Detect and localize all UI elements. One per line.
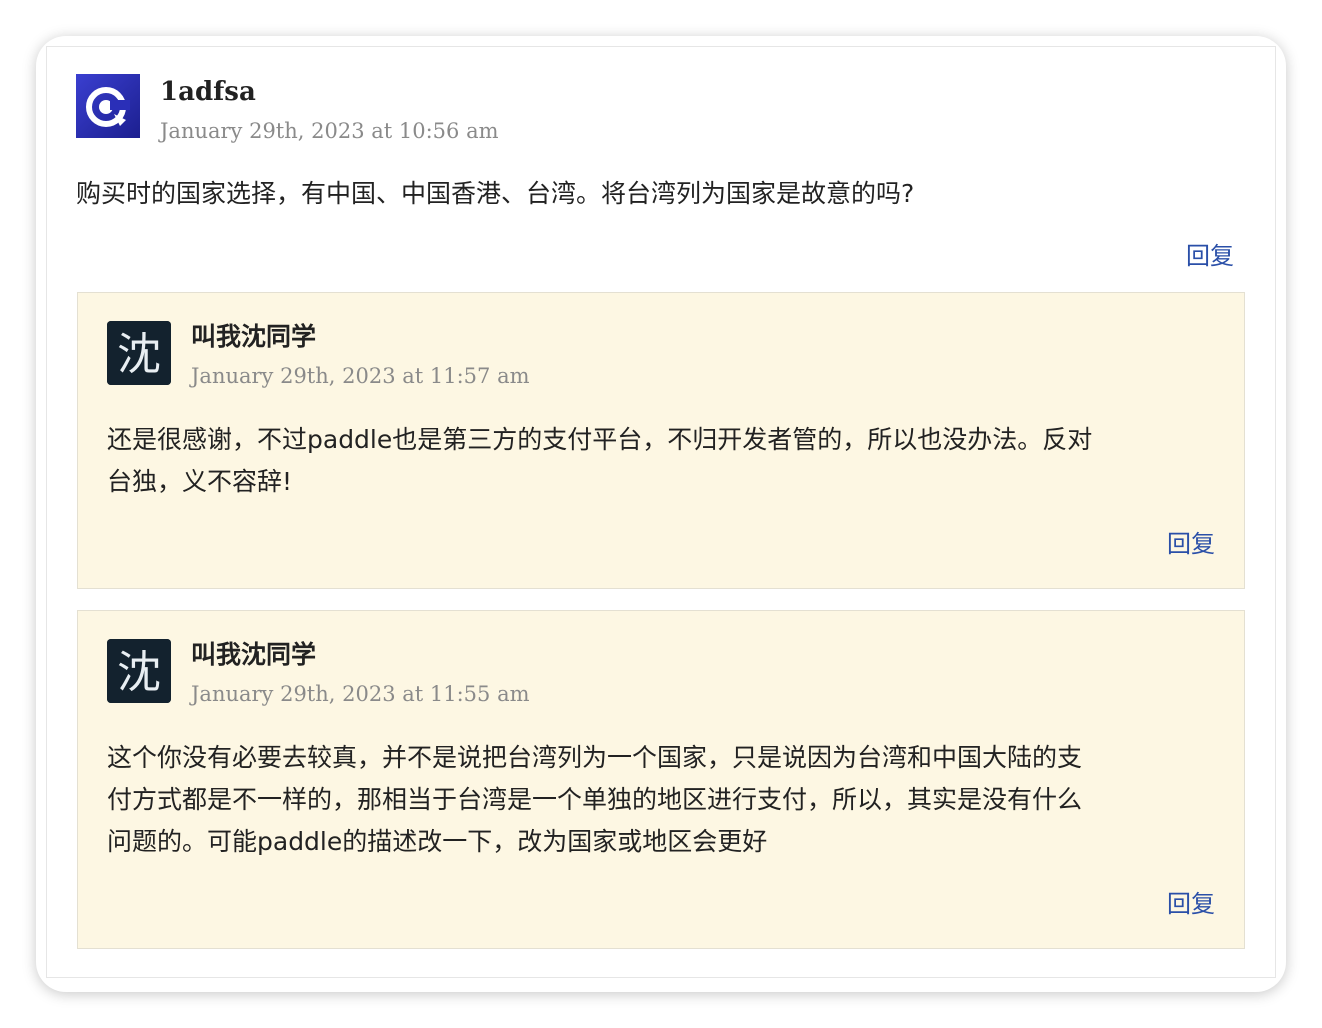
- comment-date[interactable]: January 29th, 2023 at 11:55 am: [191, 680, 530, 708]
- comment-text-line: 还是很感谢，不过paddle也是第三方的支付平台，不归开发者管的，所以也没办法。…: [107, 425, 1093, 454]
- reply-button[interactable]: 回复: [1167, 529, 1215, 559]
- blue-circle-logo-icon: [76, 74, 140, 138]
- reply-comment: 沈 叫我沈同学 January 29th, 2023 at 11:55 am 这…: [77, 610, 1245, 949]
- comment-text: 这个你没有必要去较真，并不是说把台湾列为一个国家，只是说因为台湾和中国大陆的支 …: [107, 737, 1082, 863]
- avatar: 沈: [107, 639, 171, 703]
- comment-text-line: 台独，义不容辞!: [107, 467, 293, 496]
- avatar: [76, 74, 140, 138]
- reply-button[interactable]: 回复: [1186, 241, 1234, 271]
- comment-text-line: 这个你没有必要去较真，并不是说把台湾列为一个国家，只是说因为台湾和中国大陆的支: [107, 743, 1083, 772]
- comment-text-line: 付方式都是不一样的，那相当于台湾是一个单独的地区进行支付，所以，其实是没有什么: [107, 785, 1083, 814]
- comment-text: 购买时的国家选择，有中国、中国香港、台湾。将台湾列为国家是故意的吗?: [76, 179, 915, 208]
- reply-button[interactable]: 回复: [1167, 889, 1215, 919]
- comment-text: 还是很感谢，不过paddle也是第三方的支付平台，不归开发者管的，所以也没办法。…: [107, 419, 1092, 503]
- reply-comment: 沈 叫我沈同学 January 29th, 2023 at 11:57 am 还…: [77, 292, 1245, 589]
- comment-date[interactable]: January 29th, 2023 at 10:56 am: [160, 117, 499, 145]
- comment-date[interactable]: January 29th, 2023 at 11:57 am: [191, 362, 530, 390]
- svg-text:沈: 沈: [117, 329, 161, 380]
- svg-text:沈: 沈: [117, 647, 161, 698]
- comment-card: 1adfsa January 29th, 2023 at 10:56 am 购买…: [36, 36, 1286, 992]
- shen-character-avatar-icon: 沈: [107, 639, 171, 703]
- comment-text-line: 问题的。可能paddle的描述改一下，改为国家或地区会更好: [107, 827, 768, 856]
- shen-character-avatar-icon: 沈: [107, 321, 171, 385]
- author-name[interactable]: 叫我沈同学: [191, 639, 316, 671]
- comment-thread: 1adfsa January 29th, 2023 at 10:56 am 购买…: [46, 46, 1276, 978]
- avatar: 沈: [107, 321, 171, 385]
- author-name[interactable]: 叫我沈同学: [191, 321, 316, 353]
- author-name[interactable]: 1adfsa: [160, 76, 256, 108]
